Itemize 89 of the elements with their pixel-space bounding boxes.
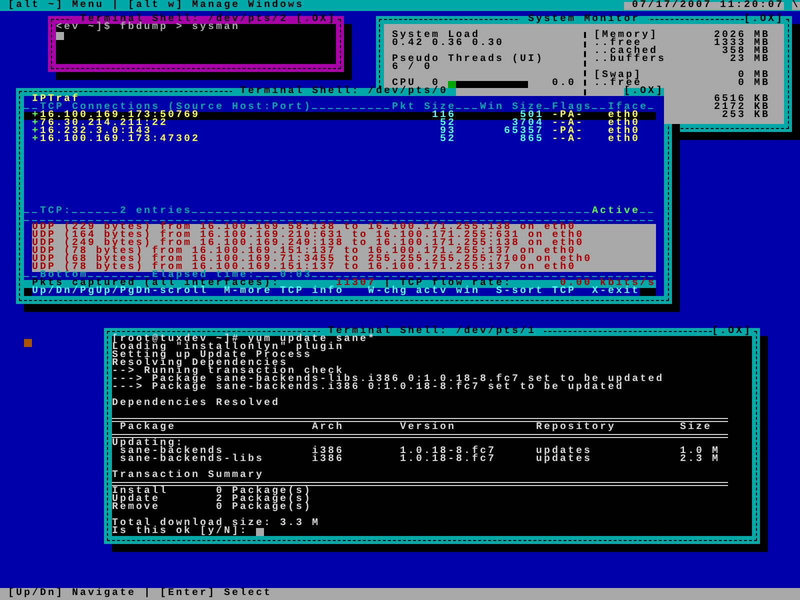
memory-unit: MB [754,80,770,88]
table-cell: updates [536,456,592,464]
table-cell: 1.0.18-8.fc7 [400,456,496,464]
host-port: 16.100.169.173:47302 [40,136,200,144]
terminal-line: Updating: [112,440,184,448]
packet-size: 52 [440,136,456,144]
memory-value: 0 [738,80,746,88]
memory-unit: KB [754,96,770,104]
column-header: Arch [312,424,344,432]
text-cursor [56,32,64,40]
flow-rate: 0.00 [560,280,592,288]
status-hint: [Enter] Select [160,590,272,598]
key-hint: M-more TCP info [224,288,344,296]
column-header: Size [680,424,712,432]
status-hint: [Up/Dn] Navigate [8,590,136,598]
memory-unit: MB [754,48,770,56]
terminal-line: Transaction Summary [112,472,264,480]
terminal-line: Dependencies Resolved [112,400,280,408]
status-text: Active [592,208,640,216]
entry-marker: + [32,128,40,136]
memory-value: 1333 [714,40,746,48]
activity-spinner: \ [792,2,800,10]
summary-value: 0 Package(s) [216,488,312,496]
table-cell: 2.3 M [680,456,720,464]
terminal-line: ---> Package sane-backends.i386 0:1.0.18-8.fc7 set to be updated [112,384,624,392]
menu-item[interactable]: [alt ~] Menu [8,2,104,10]
memory-label: [Memory] [594,32,658,40]
load-value: 0.42 0.36 0.30 [392,40,504,48]
summary-value: 2 Package(s) [216,496,312,504]
memory-label: ..buffers [594,56,666,64]
memory-value: 358 [722,48,746,56]
column-header: Version [400,424,456,432]
clock: 07/17/2007 11:20:07 [624,2,784,10]
entry-marker: + [32,112,40,120]
entry-marker: + [32,120,40,128]
key-hint: S-sort TCP [496,288,576,296]
memory-unit: MB [754,56,770,64]
tcp-label: TCP: [40,208,72,216]
window-controls[interactable]: [.OX] [744,16,784,24]
table-cell: i386 [312,456,344,464]
status-separator: | [144,590,152,598]
memory-unit: KB [754,112,770,120]
table-cell: updates [536,448,592,456]
summary-label: Remove [112,504,160,512]
memory-unit: MB [754,40,770,48]
key-hint: Up/Dn/PgUp/PgDn-scroll [32,288,208,296]
window-controls[interactable]: [.OX] [712,328,752,336]
prompt-text: Is this ok [y/N]: [112,528,248,536]
memory-value: 6516 [714,96,746,104]
terminal-line: Resolving Dependencies [112,360,288,368]
memory-value: 253 [722,112,746,120]
tcp-flags: --A- [552,136,584,144]
column-header: Repository [536,424,616,432]
window-controls[interactable]: [.OX] [624,88,664,96]
packet-count: 11307 [336,280,376,288]
memory-unit: MB [754,72,770,80]
key-hint: W-chg actv win [368,288,480,296]
threads-value: 6 / 0 [392,64,432,72]
memory-unit: KB [754,104,770,112]
entry-marker: + [32,136,40,144]
key-hint: X-exit [592,288,640,296]
connection-row[interactable]: +16.100.169.173:47302 52 865 --A- eth0 [24,136,656,144]
terminal-line: Loading "installonlyn" plugin [112,344,344,352]
summary-label: Update [112,496,160,504]
app-title: IPTraf [32,96,80,104]
flow-rate-label: TCP flow rate: [400,280,512,288]
memory-value: 0 [738,72,746,80]
cpu-reading: 0.0 [552,80,576,88]
memory-value: 23 [730,56,746,64]
window-size: 865 [520,136,544,144]
column-header: Package [120,424,176,432]
memory-value: 2026 [714,32,746,40]
window-title: Terminal Shell: /dev/pts/0 [232,88,456,96]
summary-value: 0 Package(s) [216,504,312,512]
column-header: Flags [552,104,592,112]
stats-separator: | [384,280,392,288]
table-cell: sane-backends-libs [120,456,264,464]
interface-name: eth0 [608,136,640,144]
block-icon [24,339,32,347]
memory-unit: MB [754,32,770,40]
terminal-line: <ev ~]$ fbdump > sysman [56,24,240,32]
window-title: System Monitor [520,16,648,24]
entry-count: 2 entries [120,208,192,216]
elapsed-time: 0:03 [280,272,312,280]
menu-item[interactable]: [alt w] Manage Windows [128,2,304,10]
load-label: System Load [392,32,480,40]
menu-separator: | [112,2,120,10]
memory-label: [Swap] [594,72,642,80]
memory-value: 2172 [714,104,746,112]
